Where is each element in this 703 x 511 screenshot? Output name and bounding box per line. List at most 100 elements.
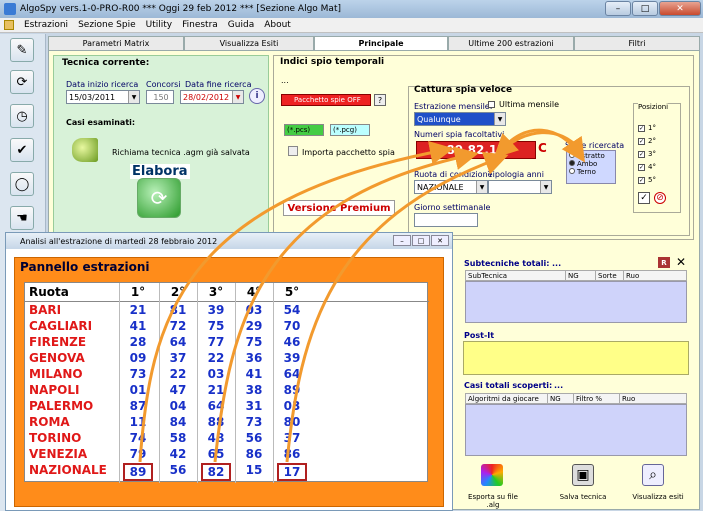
chevron-down-icon[interactable]: ▼ bbox=[232, 91, 243, 103]
hand-icon[interactable]: ☚ bbox=[10, 206, 34, 230]
esporta-label[interactable]: Esporta su file .alg bbox=[462, 493, 524, 509]
col-subtecnica[interactable]: SubTecnica bbox=[466, 271, 566, 280]
edit-icon[interactable]: ✎ bbox=[10, 38, 34, 62]
column-divider bbox=[159, 283, 160, 483]
number-cell: 64 bbox=[169, 335, 187, 349]
menu-estrazioni[interactable]: Estrazioni bbox=[24, 20, 68, 30]
tipologia-select[interactable]: ▼ bbox=[488, 180, 552, 194]
visualizza-label[interactable]: Visualizza esiti bbox=[626, 493, 690, 501]
chevron-down-icon[interactable]: ▼ bbox=[494, 113, 505, 125]
menu-app-icon[interactable] bbox=[4, 20, 14, 30]
number-cell: 39 bbox=[207, 303, 225, 317]
col-sorte[interactable]: Sorte bbox=[596, 271, 624, 280]
sorte-ambo[interactable]: Ambo bbox=[569, 160, 613, 168]
data-fine-field[interactable]: 28/02/2012 ▼ bbox=[180, 90, 244, 104]
close-button[interactable]: ✕ bbox=[659, 1, 701, 16]
chevron-down-icon[interactable]: ▼ bbox=[540, 181, 551, 193]
check-all-icon[interactable]: ✓ bbox=[638, 192, 650, 204]
subtecniche-grid[interactable] bbox=[465, 281, 687, 323]
maximize-button[interactable]: □ bbox=[632, 1, 658, 16]
analisi-close-button[interactable]: ✕ bbox=[431, 235, 449, 246]
menu-about[interactable]: About bbox=[264, 20, 291, 30]
col-ruota[interactable]: Ruo bbox=[620, 394, 686, 403]
window-title: AlgoSpy vers.1-0-PRO-R00 *** Oggi 29 feb… bbox=[20, 4, 341, 14]
pacchetto-spie-toggle[interactable]: Pacchetto spie OFF bbox=[281, 94, 371, 106]
menu-utility[interactable]: Utility bbox=[146, 20, 172, 30]
casi-totali-value: ... bbox=[554, 381, 564, 390]
estrazione-select[interactable]: Qualunque ▼ bbox=[414, 112, 506, 126]
casi-label: Casi esaminati: bbox=[66, 118, 136, 127]
postit-area[interactable] bbox=[463, 341, 689, 375]
tab-ultime-200[interactable]: Ultime 200 estrazioni bbox=[448, 36, 574, 50]
bulb-icon[interactable]: ◯ bbox=[10, 172, 34, 196]
col-algoritmi[interactable]: Algoritmi da giocare bbox=[466, 394, 548, 403]
elabora-button[interactable]: ⟳ bbox=[137, 178, 181, 218]
check-icon[interactable]: ✔ bbox=[10, 138, 34, 162]
sorte-terno-label: Terno bbox=[577, 168, 596, 176]
elabora-label: Elabora bbox=[130, 164, 190, 179]
clear-icon[interactable]: ⊘ bbox=[654, 192, 666, 204]
pcs-radio[interactable]: (*.pcs) bbox=[284, 124, 324, 136]
close-icon[interactable]: ✕ bbox=[676, 255, 686, 269]
casi-totali-label: Casi totali scoperti: bbox=[464, 381, 553, 390]
tab-parametri-matrix[interactable]: Parametri Matrix bbox=[48, 36, 184, 50]
pos-3[interactable]: ✓ 3° bbox=[638, 150, 656, 158]
ultima-checkbox[interactable] bbox=[488, 101, 495, 108]
importa-label[interactable]: Importa pacchetto spia bbox=[302, 148, 395, 157]
menu-finestra[interactable]: Finestra bbox=[182, 20, 218, 30]
number-cell: 74 bbox=[129, 431, 147, 445]
refresh-icon[interactable]: ⟳ bbox=[10, 70, 34, 94]
number-cell: 79 bbox=[129, 447, 147, 461]
giorno-select[interactable] bbox=[414, 213, 478, 227]
analisi-minimize-button[interactable]: – bbox=[393, 235, 411, 246]
ruota-cell: MILANO bbox=[29, 367, 83, 381]
col-ruota[interactable]: Ruo bbox=[624, 271, 686, 280]
col-ng[interactable]: NG bbox=[566, 271, 596, 280]
pos-4[interactable]: ✓ 4° bbox=[638, 163, 656, 171]
pos-5[interactable]: ✓ 5° bbox=[638, 176, 656, 184]
concorsi-field[interactable]: 150 bbox=[146, 90, 174, 104]
salva-label[interactable]: Salva tecnica bbox=[552, 493, 614, 501]
menu-sezione-spie[interactable]: Sezione Spie bbox=[78, 20, 136, 30]
info-icon[interactable]: i bbox=[249, 88, 265, 104]
chevron-down-icon[interactable]: ▼ bbox=[128, 91, 139, 103]
col-ng[interactable]: NG bbox=[548, 394, 574, 403]
number-cell: 03 bbox=[245, 303, 263, 317]
ruota-cell: GENOVA bbox=[29, 351, 85, 365]
menu-guida[interactable]: Guida bbox=[228, 20, 254, 30]
posizioni-group: Posizioni ✓ 1° ✓ 2° ✓ 3° ✓ 4° ✓ 5° ✓ ⊘ bbox=[633, 103, 681, 213]
analisi-maximize-button[interactable]: □ bbox=[412, 235, 430, 246]
tab-filtri[interactable]: Filtri bbox=[574, 36, 700, 50]
pos-1[interactable]: ✓ 1° bbox=[638, 124, 656, 132]
subtecniche-value: ... bbox=[552, 259, 562, 268]
number-cell: 64 bbox=[207, 399, 225, 413]
col-filtro[interactable]: Filtro % bbox=[574, 394, 620, 403]
table-row: NAPOLI 01 47 21 38 89 bbox=[25, 383, 429, 399]
save-icon[interactable]: ▣ bbox=[572, 464, 594, 486]
pos-1-label: 1° bbox=[648, 124, 656, 132]
pos-2[interactable]: ✓ 2° bbox=[638, 137, 656, 145]
ruota-select[interactable]: NAZIONALE ▼ bbox=[414, 180, 488, 194]
sorte-estratto[interactable]: Estratto bbox=[569, 152, 613, 160]
help-button[interactable]: ? bbox=[374, 94, 386, 106]
number-cell: 81 bbox=[169, 303, 187, 317]
number-cell: 72 bbox=[169, 319, 187, 333]
pcg-radio[interactable]: (*.pcg) bbox=[330, 124, 370, 136]
sorte-terno[interactable]: Terno bbox=[569, 168, 613, 176]
magnifier-icon[interactable]: ⌕ bbox=[642, 464, 664, 486]
analisi-title: Analisi all'estrazione di martedì 28 feb… bbox=[20, 236, 218, 246]
report-icon[interactable]: R bbox=[658, 257, 670, 268]
flashlight-icon[interactable] bbox=[72, 138, 98, 162]
tab-principale[interactable]: Principale bbox=[314, 36, 448, 50]
butterfly-icon[interactable] bbox=[481, 464, 503, 486]
spia-display[interactable]: 89.82.17 bbox=[416, 141, 536, 159]
chevron-down-icon[interactable]: ▼ bbox=[476, 181, 487, 193]
casi-grid[interactable] bbox=[465, 404, 687, 456]
minimize-button[interactable]: – bbox=[605, 1, 631, 16]
data-inizio-field[interactable]: 15/03/2011 ▼ bbox=[66, 90, 140, 104]
number-cell: 21 bbox=[207, 383, 225, 397]
tab-visualizza-esiti[interactable]: Visualizza Esiti bbox=[184, 36, 314, 50]
clock-icon[interactable]: ◷ bbox=[10, 104, 34, 128]
import-icon[interactable] bbox=[288, 146, 298, 156]
pcg-label: (*.pcg) bbox=[333, 126, 357, 134]
